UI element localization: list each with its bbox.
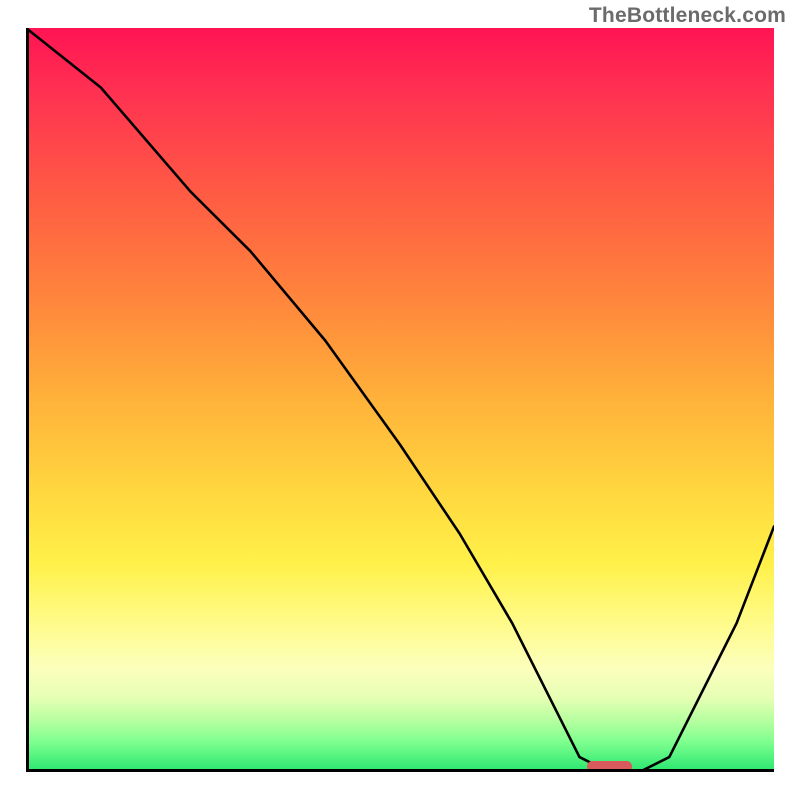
optimal-marker [587, 761, 632, 772]
watermark-text: TheBottleneck.com [589, 4, 786, 28]
chart-container: TheBottleneck.com [0, 0, 800, 800]
bottleneck-curve [26, 28, 774, 772]
plot-area [26, 28, 774, 772]
